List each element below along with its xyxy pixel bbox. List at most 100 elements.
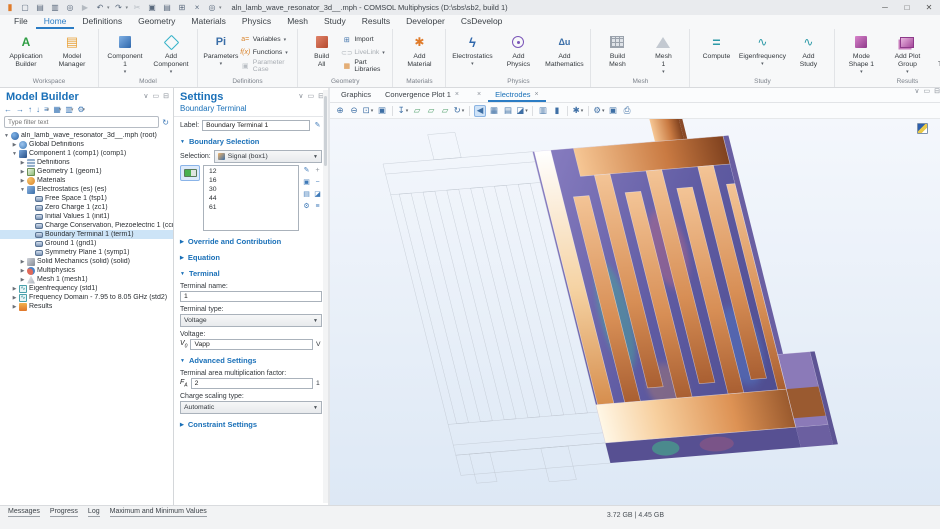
import-button[interactable]: ⊞ Import — [342, 34, 389, 45]
tree-item-component-1[interactable]: ▼Component 1 (comp1) (comp1) — [0, 149, 173, 158]
tree-item-initial-values-1[interactable]: Initial Values 1 (init1) — [0, 212, 173, 221]
expander-icon[interactable]: ▶ — [19, 169, 26, 175]
mode-shape-1-button[interactable]: Mode Shape 1▾ — [838, 30, 884, 77]
save-icon[interactable]: ▥ — [49, 2, 61, 13]
livelink-button[interactable]: ⊂⊃ LiveLink▾ — [342, 47, 389, 58]
component-1-button[interactable]: Component 1▾ — [102, 30, 148, 77]
tab-graphics[interactable]: Graphics — [334, 88, 378, 102]
tree-item-zero-charge-1[interactable]: Zero Charge 1 (zc1) — [0, 203, 173, 212]
tree-item-boundary-terminal-1[interactable]: Boundary Terminal 1 (term1) — [0, 230, 173, 239]
build-all-button[interactable]: Build All — [301, 30, 342, 77]
add-mathematics-button[interactable]: Δu Add Mathematics — [541, 30, 587, 77]
add-component-button[interactable]: Add Component▾ — [148, 30, 194, 77]
tree-filter-input[interactable] — [4, 116, 159, 128]
log-link[interactable]: Log — [88, 508, 100, 517]
electrostatics-button[interactable]: ϟ Electrostatics▾ — [449, 30, 495, 77]
voltage-input[interactable] — [190, 339, 313, 350]
panel-float-icon[interactable]: ▭ — [308, 93, 315, 101]
expander-icon[interactable]: ▶ — [19, 178, 26, 184]
section-advanced-settings[interactable]: ▼ Advanced Settings — [174, 350, 328, 366]
tree-item-global-definitions[interactable]: ▶Global Definitions — [0, 140, 173, 149]
expander-icon[interactable]: ▼ — [19, 187, 26, 193]
select-boundaries-icon[interactable]: ◀ — [474, 105, 486, 117]
create-selection-icon[interactable]: ⚙ — [302, 202, 311, 211]
show-icon[interactable]: ▦▾ — [53, 105, 61, 114]
selection-dropdown[interactable]: Signal (box1) ▼ — [214, 150, 322, 163]
view-xz-icon[interactable]: ▱ — [439, 105, 451, 117]
tree-item-free-space-1[interactable]: Free Space 1 (fsp1) — [0, 194, 173, 203]
rename-icon[interactable]: ✎ — [313, 121, 322, 130]
redo-dropdown-icon[interactable]: ▾ — [126, 5, 129, 11]
list-item[interactable]: 12 — [204, 167, 298, 176]
max-min-values-link[interactable]: Maximum and Minimum Values — [110, 508, 207, 517]
cut-icon[interactable]: ✂ — [131, 2, 143, 13]
wireframe-icon[interactable]: ▤ — [502, 105, 514, 117]
mesh-1-button[interactable]: Mesh 1▾ — [640, 30, 686, 77]
add-to-selection-icon[interactable]: + — [313, 166, 322, 175]
tab-mesh[interactable]: Mesh — [279, 15, 316, 29]
tab-csdevelop[interactable]: CsDevelop — [453, 15, 511, 29]
scene-plot-icon[interactable]: ◪▾ — [516, 105, 528, 117]
tree-item-definitions[interactable]: ▶Definitions — [0, 158, 173, 167]
tree-item-ground-1[interactable]: Ground 1 (gnd1) — [0, 239, 173, 248]
parameter-case-button[interactable]: ▣ Parameter Case — [241, 60, 294, 71]
tab-file[interactable]: File — [6, 15, 36, 29]
rotate-view-icon[interactable]: ↻▾ — [453, 105, 465, 117]
tree-item-multiphysics[interactable]: ▶Multiphysics — [0, 266, 173, 275]
add-material-button[interactable]: ✱ Add Material — [396, 30, 442, 77]
close-tab-icon[interactable]: × — [477, 91, 481, 98]
tab-geometry[interactable]: Geometry — [130, 15, 183, 29]
graphics-canvas[interactable] — [330, 119, 940, 507]
paste-icon[interactable]: ▤ — [161, 2, 173, 13]
copy-icon[interactable]: ▣ — [146, 2, 158, 13]
paste-selection-icon[interactable]: ▤ — [302, 190, 311, 199]
transparency-icon[interactable]: ▦ — [488, 105, 500, 117]
expander-icon[interactable]: ▶ — [11, 295, 18, 301]
expander-icon[interactable]: ▶ — [19, 268, 26, 274]
search-icon[interactable]: ◎ — [206, 2, 218, 13]
close-button[interactable]: ✕ — [918, 0, 940, 15]
tree-item-mesh-1[interactable]: ▶Mesh 1 (mesh1) — [0, 275, 173, 284]
activate-selection-icon[interactable]: ✎ — [302, 166, 311, 175]
zoom-box-icon[interactable]: ⊡▾ — [362, 105, 374, 117]
go-to-view-icon[interactable]: ↧▾ — [397, 105, 409, 117]
panel-dock-icon[interactable]: ⊟ — [934, 88, 940, 102]
close-tab-icon[interactable]: × — [535, 91, 539, 98]
functions-button[interactable]: f(x) Functions▾ — [241, 47, 294, 58]
add-physics-button[interactable]: Add Physics — [495, 30, 541, 77]
model-tree-settings-icon[interactable]: ⚙▾ — [77, 105, 85, 114]
result-templates-button[interactable]: Result Templates — [930, 30, 940, 77]
undo-icon[interactable]: ↶ — [94, 2, 106, 13]
delete-icon[interactable]: × — [191, 2, 203, 13]
preview-icon[interactable]: ◎ — [64, 2, 76, 13]
section-constraint-settings[interactable]: ▶ Constraint Settings — [174, 414, 328, 430]
factor-input[interactable] — [191, 378, 313, 389]
tree-item-root[interactable]: ▼aln_lamb_wave_resonator_3d__.mph (root) — [0, 131, 173, 140]
tree-item-eigenfrequency-study[interactable]: ▶∿Eigenfrequency (std1) — [0, 284, 173, 293]
panel-dock-icon[interactable]: ⊟ — [163, 93, 169, 101]
panel-collapse-icon[interactable]: ∨ — [143, 93, 148, 101]
color-legend-toggle-icon[interactable] — [917, 123, 928, 134]
node-group-icon[interactable]: ▥▾ — [65, 105, 73, 114]
part-libraries-button[interactable]: ▦ Part Libraries — [342, 60, 389, 71]
select-box-icon[interactable]: ◪ — [313, 190, 322, 199]
color-legend-icon[interactable]: ▥ — [537, 105, 549, 117]
settings-scrollbar[interactable] — [323, 90, 328, 503]
zoom-out-icon[interactable]: ⊖ — [348, 105, 360, 117]
view-xy-icon[interactable]: ▱ — [411, 105, 423, 117]
tab-results[interactable]: Results — [354, 15, 398, 29]
model-manager-button[interactable]: ▤ Model Manager — [49, 30, 95, 77]
collapse-all-icon[interactable]: ≡▾ — [44, 105, 49, 114]
label-input[interactable] — [202, 120, 310, 131]
list-item[interactable]: 30 — [204, 185, 298, 194]
close-tab-icon[interactable]: × — [455, 91, 459, 98]
section-equation[interactable]: ▶ Equation — [174, 247, 328, 263]
print-icon[interactable]: ⎙ — [621, 105, 633, 117]
variables-button[interactable]: a= Variables▾ — [241, 34, 294, 45]
list-item[interactable]: 16 — [204, 176, 298, 185]
lock-view-icon[interactable]: ▮ — [551, 105, 563, 117]
minimize-button[interactable]: ─ — [874, 0, 896, 15]
tree-item-materials[interactable]: ▶Materials — [0, 176, 173, 185]
tab-home[interactable]: Home — [36, 15, 75, 29]
tree-item-electrostatics[interactable]: ▼Electrostatics (es) (es) — [0, 185, 173, 194]
